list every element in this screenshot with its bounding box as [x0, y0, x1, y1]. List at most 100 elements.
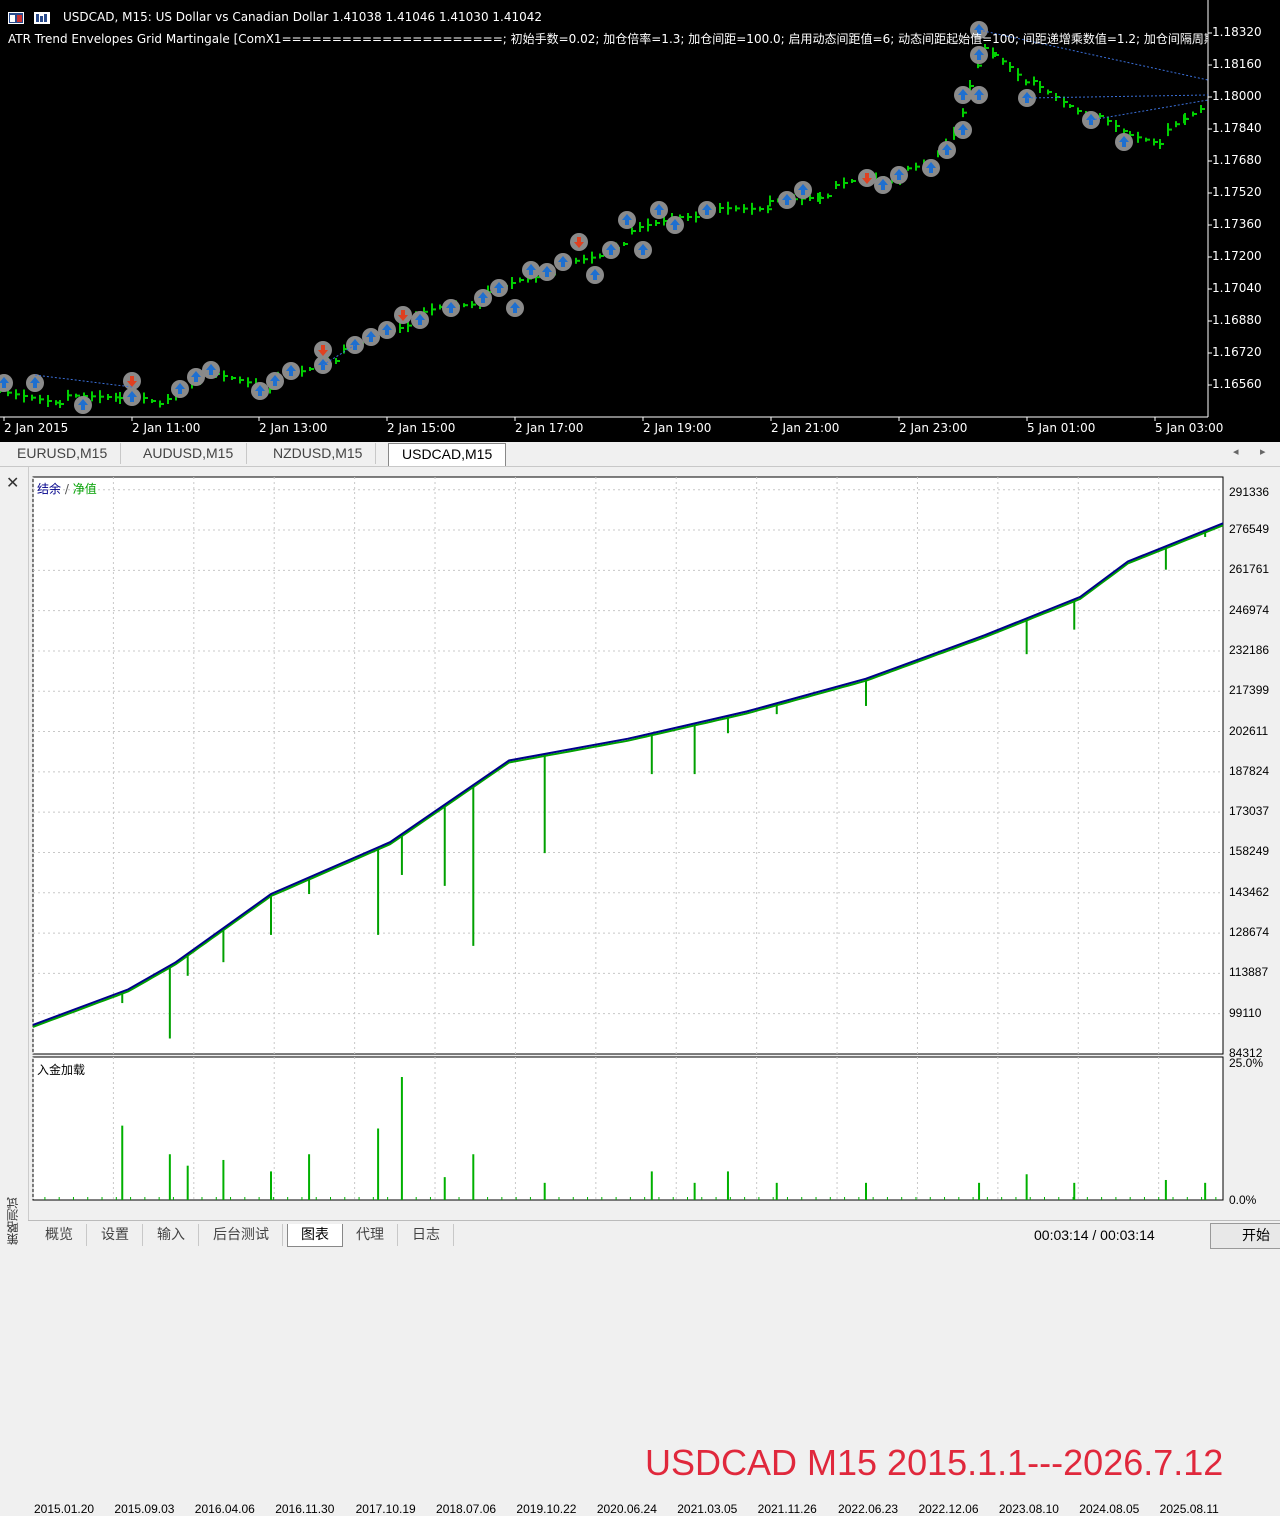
buy-order-icon [554, 253, 572, 271]
date-axis-label: 2015.09.03 [114, 1502, 175, 1516]
tester-bottom-tabs: 概览 设置 输入 后台测试 图表 代理 日志 00:03:14 / 00:03:… [28, 1220, 1280, 1251]
price-axis-label: 1.17840 [1212, 121, 1262, 135]
buy-order-icon [0, 374, 13, 392]
start-button[interactable]: 开始 [1210, 1223, 1280, 1249]
legend-equity: 净值 [72, 482, 97, 496]
tab-nzdusd-m15[interactable]: NZDUSD,M15 [260, 443, 377, 464]
buy-order-icon [74, 396, 92, 414]
balance-axis-label: 261761 [1229, 562, 1270, 577]
tab-settings[interactable]: 设置 [88, 1224, 143, 1246]
time-axis-label: 2 Jan 11:00 [132, 421, 201, 435]
tab-overview[interactable]: 概览 [32, 1224, 87, 1246]
date-axis-label: 2024.08.05 [1079, 1502, 1140, 1516]
buy-order-icon [954, 86, 972, 104]
tab-inputs[interactable]: 输入 [144, 1224, 199, 1246]
buy-order-icon [411, 311, 429, 329]
buy-order-icon [602, 241, 620, 259]
sell-order-icon [394, 306, 412, 324]
buy-order-icon [666, 216, 684, 234]
buy-order-icon [378, 321, 396, 339]
price-axis-label: 1.17040 [1212, 281, 1262, 295]
buy-order-icon [506, 299, 524, 317]
date-axis-label: 2021.03.05 [677, 1502, 738, 1516]
time-axis-label: 2 Jan 19:00 [643, 421, 712, 435]
buy-order-icon [874, 176, 892, 194]
tester-side-strip: ✕ 策略测试 [0, 467, 29, 1250]
time-axis-label: 2 Jan 21:00 [771, 421, 840, 435]
buy-order-icon [266, 372, 284, 390]
balance-axis-label: 232186 [1229, 642, 1270, 657]
buy-order-icon [522, 261, 540, 279]
buy-order-icon [890, 166, 908, 184]
balance-axis-label: 143462 [1229, 884, 1270, 899]
sell-order-icon [858, 169, 876, 187]
date-axis-label: 2025.08.11 [1159, 1502, 1219, 1516]
balance-axis-label: 217399 [1229, 683, 1270, 698]
date-axis-label: 2018.07.06 [436, 1502, 497, 1516]
strategy-tester-panel: ✕ 策略测试 结余 / 净值 入金加载 291336 276549 261761 24… [0, 467, 1280, 1516]
price-axis-label: 1.17520 [1212, 185, 1262, 199]
trade-link-line [34, 374, 133, 388]
sell-order-icon [314, 341, 332, 359]
balance-axis-label: 291336 [1229, 485, 1270, 499]
tab-scroll-left-icon[interactable]: ◂ [1233, 445, 1239, 458]
chart-header-icons [8, 10, 56, 24]
load-graph-area [32, 1056, 1224, 1201]
balance-axis-label: 276549 [1229, 522, 1270, 537]
price-axis-label: 1.18000 [1212, 89, 1262, 103]
tab-graph[interactable]: 图表 [287, 1224, 343, 1247]
tab-scroll-right-icon[interactable]: ▸ [1260, 445, 1266, 458]
price-chart-canvas[interactable] [0, 0, 1280, 442]
price-axis-label: 1.17680 [1212, 153, 1262, 167]
close-icon[interactable]: ✕ [6, 473, 19, 492]
price-chart-window[interactable]: USDCAD, M15: US Dollar vs Canadian Dolla… [0, 0, 1280, 442]
buy-order-icon [474, 289, 492, 307]
progress-time: 00:03:14 / 00:03:14 [1034, 1227, 1155, 1243]
expert-advisor-icon[interactable] [33, 11, 50, 24]
price-axis-label: 1.17360 [1212, 217, 1262, 231]
time-axis-label: 2 Jan 15:00 [387, 421, 456, 435]
balance-axis-label: 128674 [1229, 925, 1270, 940]
balance-graph-area [32, 476, 1224, 1055]
balance-axis-label: 158249 [1229, 844, 1270, 859]
tab-eurusd-m15[interactable]: EURUSD,M15 [4, 443, 122, 464]
tab-usdcad-m15[interactable]: USDCAD,M15 [388, 443, 507, 466]
indicator-parameters-line: ATR Trend Envelopes Grid Martingale [Com… [8, 32, 1208, 46]
balance-axis-label: 99110 [1229, 1005, 1262, 1020]
tab-backtest[interactable]: 后台测试 [200, 1224, 283, 1246]
buy-order-icon [586, 266, 604, 284]
balance-axis-label: 113887 [1229, 965, 1269, 980]
buy-order-icon [171, 380, 189, 398]
time-axis-label: 2 Jan 23:00 [899, 421, 968, 435]
time-axis-label: 2 Jan 17:00 [515, 421, 584, 435]
time-axis-label: 2 Jan 13:00 [259, 421, 328, 435]
date-axis-label: 2016.04.06 [194, 1502, 255, 1516]
sell-order-icon [123, 372, 141, 390]
date-axis-label: 2016.11.30 [275, 1502, 335, 1516]
trade-link-line [1026, 94, 1209, 99]
buy-order-icon [970, 46, 988, 64]
buy-order-icon [490, 279, 508, 297]
tab-agents[interactable]: 代理 [343, 1224, 398, 1246]
sell-order-icon [570, 233, 588, 251]
buy-order-icon [202, 361, 220, 379]
price-axis-label: 1.18160 [1212, 57, 1262, 71]
price-axis-label: 1.16880 [1212, 313, 1262, 327]
buy-order-icon [362, 328, 380, 346]
balance-axis-label: 202611 [1229, 723, 1269, 738]
balance-axis-label: 187824 [1229, 763, 1270, 778]
buy-order-icon [970, 86, 988, 104]
buy-order-icon [698, 201, 716, 219]
equity-report-canvas[interactable] [28, 467, 1280, 1219]
backtest-caption: USDCAD M15 2015.1.1---2026.7.12 [645, 1442, 1224, 1483]
tab-audusd-m15[interactable]: AUDUSD,M15 [130, 443, 248, 464]
balance-axis-label: 246974 [1229, 602, 1270, 617]
chart-window-icon[interactable] [8, 11, 24, 24]
date-axis-label: 2020.06.24 [596, 1502, 657, 1516]
tab-journal[interactable]: 日志 [399, 1224, 454, 1246]
price-axis-label: 1.16560 [1212, 377, 1262, 391]
buy-order-icon [938, 141, 956, 159]
date-axis-label: 2022.06.23 [838, 1502, 899, 1516]
date-axis-label: 2015.01.20 [34, 1502, 95, 1516]
time-axis-label: 5 Jan 01:00 [1027, 421, 1096, 435]
